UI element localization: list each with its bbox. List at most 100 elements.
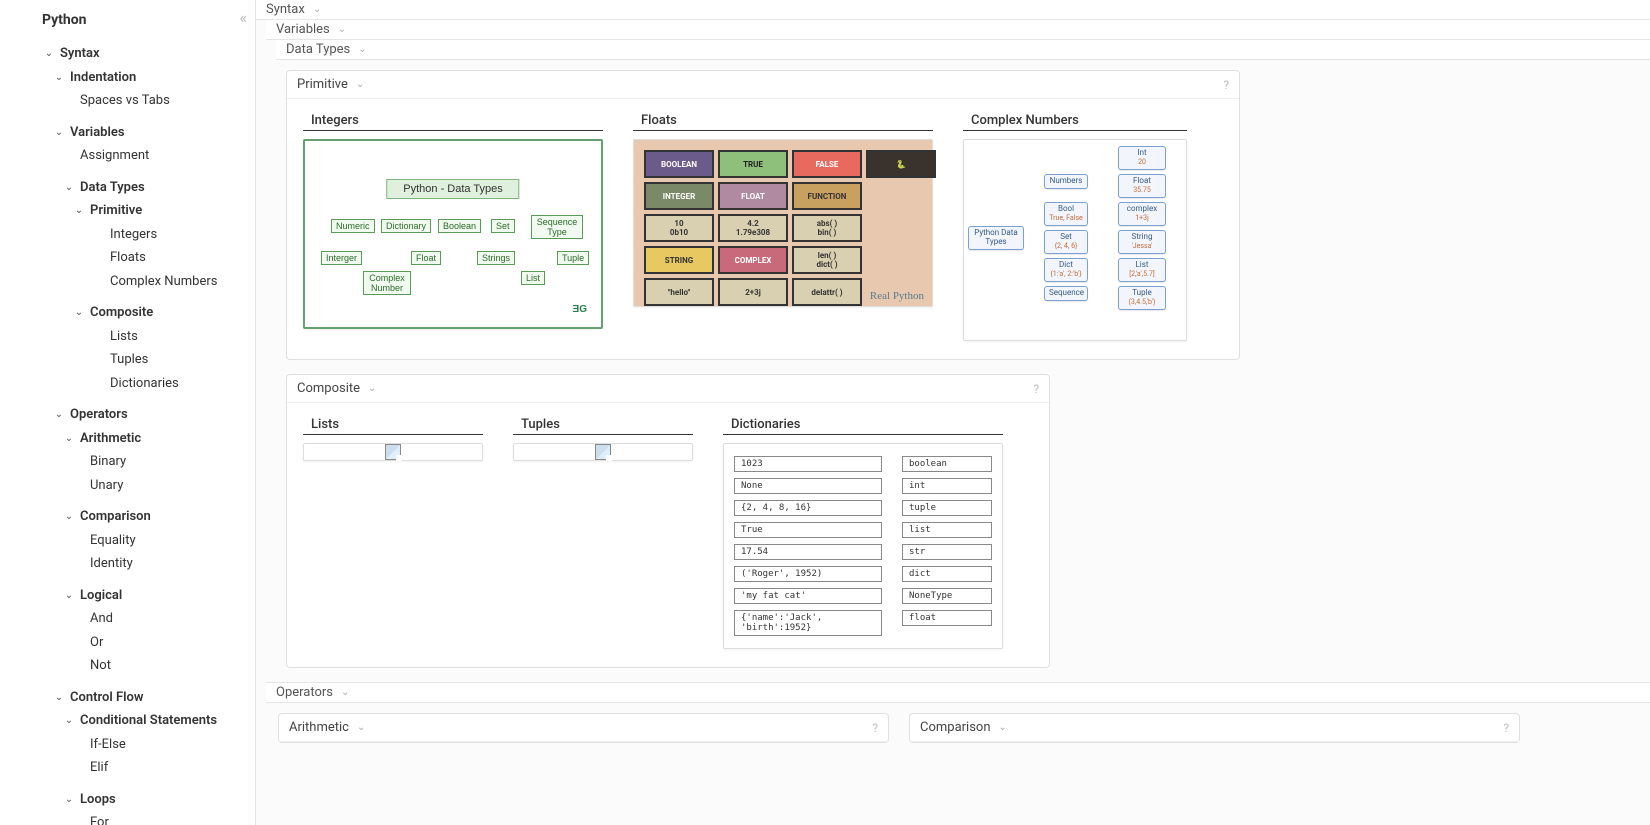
sidebar-item-elif[interactable]: Elif — [8, 756, 243, 780]
sidebar-item-indentation[interactable]: ⌄Indentation — [8, 66, 243, 90]
thumb-cell: float — [902, 610, 992, 626]
sidebar-item-label: Equality — [90, 531, 136, 551]
sidebar-item-label: Logical — [80, 586, 122, 606]
sidebar-item-arithmetic[interactable]: ⌄Arithmetic — [8, 427, 243, 451]
sidebar-item-tuples[interactable]: Tuples — [8, 348, 243, 372]
thumbnail-tuples[interactable] — [513, 443, 693, 461]
thumb-cell: delattr( ) — [792, 278, 862, 306]
sidebar-item-and[interactable]: And — [8, 607, 243, 631]
sidebar-item-label: Identity — [90, 554, 133, 574]
thumb-cell: dict — [902, 566, 992, 582]
breadcrumb-operators[interactable]: Operators ⌄ — [266, 682, 1650, 703]
logo-text: ƎG — [573, 304, 587, 315]
thumb-cell: list — [902, 522, 992, 538]
sidebar-item-if-else[interactable]: If-Else — [8, 733, 243, 757]
card-title: Tuples — [513, 417, 693, 435]
sidebar-item-binary[interactable]: Binary — [8, 450, 243, 474]
thumb-cell: INTEGER — [644, 182, 714, 210]
thumb-node: Set — [491, 219, 515, 233]
sidebar-item-identity[interactable]: Identity — [8, 552, 243, 576]
thumb-cell: FUNCTION — [792, 182, 862, 210]
card-floats: Floats BOOLEANTRUEFALSE🐍INTEGERFLOATFUNC… — [633, 113, 933, 307]
card-title: Dictionaries — [723, 417, 1003, 435]
sidebar-item-spaces-vs-tabs[interactable]: Spaces vs Tabs — [8, 89, 243, 113]
sidebar-item-equality[interactable]: Equality — [8, 529, 243, 553]
sidebar-item-label: Complex Numbers — [110, 272, 217, 292]
sidebar-item-integers[interactable]: Integers — [8, 223, 243, 247]
breadcrumb-variables[interactable]: Variables ⌄ — [266, 20, 1650, 40]
sidebar-item-variables[interactable]: ⌄Variables — [8, 121, 243, 145]
sidebar-item-label: Unary — [90, 476, 123, 496]
group-body-composite: Lists Tuples Dictionaries 1023None — [287, 403, 1049, 667]
sidebar-item-complex-numbers[interactable]: Complex Numbers — [8, 270, 243, 294]
sidebar-item-syntax[interactable]: ⌄Syntax — [8, 42, 243, 66]
help-icon[interactable]: ? — [1223, 78, 1229, 92]
sidebar-item-floats[interactable]: Floats — [8, 246, 243, 270]
thumb-node: BoolTrue, False — [1044, 202, 1088, 226]
sidebar-item-label: Arithmetic — [80, 429, 141, 449]
thumb-node: Boolean — [438, 219, 481, 233]
brand-text: Real Python — [870, 290, 924, 302]
help-icon[interactable]: ? — [1503, 721, 1509, 735]
collapse-sidebar-icon[interactable]: « — [239, 8, 247, 27]
thumb-cell: abs( ) bin( ) — [792, 214, 862, 242]
sidebar-item-assignment[interactable]: Assignment — [8, 144, 243, 168]
help-icon[interactable]: ? — [872, 721, 878, 735]
sidebar-item-primitive[interactable]: ⌄Primitive — [8, 199, 243, 223]
broken-image-icon — [595, 444, 611, 460]
broken-image-icon — [385, 444, 401, 460]
sidebar-item-control-flow[interactable]: ⌄Control Flow — [8, 686, 243, 710]
sidebar-item-lists[interactable]: Lists — [8, 325, 243, 349]
group-header-primitive[interactable]: Primitive ⌄ ? — [287, 71, 1239, 99]
thumb-cell: ('Roger', 1952) — [734, 566, 882, 582]
sidebar-item-label: Tuples — [110, 350, 148, 370]
sidebar-item-dictionaries[interactable]: Dictionaries — [8, 372, 243, 396]
card-title: Integers — [303, 113, 603, 131]
breadcrumb-label: Data Types — [286, 42, 350, 57]
sidebar-item-operators[interactable]: ⌄Operators — [8, 403, 243, 427]
chevron-down-icon: ⌄ — [62, 792, 76, 807]
sidebar-item-conditional-statements[interactable]: ⌄Conditional Statements — [8, 709, 243, 733]
group-header-comparison[interactable]: Comparison ⌄ ? — [910, 714, 1519, 742]
thumb-cell — [866, 182, 936, 210]
thumb-cell — [866, 246, 936, 274]
breadcrumb-syntax[interactable]: Syntax ⌄ — [256, 0, 1650, 20]
group-comparison: Comparison ⌄ ? — [909, 713, 1520, 743]
help-icon[interactable]: ? — [1033, 382, 1039, 396]
thumb-node: Float — [411, 251, 441, 265]
chevron-down-icon: ⌄ — [72, 203, 86, 218]
sidebar-item-for[interactable]: For — [8, 811, 243, 825]
sidebar-item-label: Spaces vs Tabs — [80, 91, 170, 111]
chevron-down-icon: ⌄ — [52, 690, 66, 705]
thumb-node: List — [521, 271, 545, 285]
sidebar-item-unary[interactable]: Unary — [8, 474, 243, 498]
card-complex: Complex Numbers Python Data Types Number… — [963, 113, 1187, 341]
sidebar-item-or[interactable]: Or — [8, 631, 243, 655]
thumbnail-dictionaries[interactable]: 1023None{2, 4, 8, 16}True17.54('Roger', … — [723, 443, 1003, 649]
sidebar-item-label: Binary — [90, 452, 126, 472]
thumbnail-floats[interactable]: BOOLEANTRUEFALSE🐍INTEGERFLOATFUNCTION10 … — [633, 139, 933, 307]
thumb-node: Sequence — [1044, 286, 1088, 301]
thumb-node: Tuple(3,4.5,'b') — [1118, 286, 1166, 310]
sidebar-item-comparison[interactable]: ⌄Comparison — [8, 505, 243, 529]
sidebar-item-label: Operators — [70, 405, 128, 425]
chevron-down-icon: ⌄ — [62, 180, 76, 195]
sidebar: « Python ⌄Syntax⌄IndentationSpaces vs Ta… — [0, 0, 256, 825]
group-header-arithmetic[interactable]: Arithmetic ⌄ ? — [279, 714, 888, 742]
group-header-composite[interactable]: Composite ⌄ ? — [287, 375, 1049, 403]
sidebar-item-composite[interactable]: ⌄Composite — [8, 301, 243, 325]
sidebar-item-label: If-Else — [90, 735, 126, 755]
thumbnail-complex[interactable]: Python Data Types NumbersBoolTrue, False… — [963, 139, 1187, 341]
breadcrumb-datatypes[interactable]: Data Types ⌄ — [276, 40, 1650, 60]
sidebar-item-loops[interactable]: ⌄Loops — [8, 788, 243, 812]
thumb-node: Complex Number — [363, 271, 411, 295]
sidebar-item-data-types[interactable]: ⌄Data Types — [8, 176, 243, 200]
thumb-cell: str — [902, 544, 992, 560]
thumb-cell: 'my fat cat' — [734, 588, 882, 604]
sidebar-item-logical[interactable]: ⌄Logical — [8, 584, 243, 608]
thumb-cell: {2, 4, 8, 16} — [734, 500, 882, 516]
thumbnail-lists[interactable] — [303, 443, 483, 461]
sidebar-item-not[interactable]: Not — [8, 654, 243, 678]
card-tuples: Tuples — [513, 417, 693, 461]
thumbnail-integers[interactable]: Python - Data Types Numeric Dictionary B… — [303, 139, 603, 329]
